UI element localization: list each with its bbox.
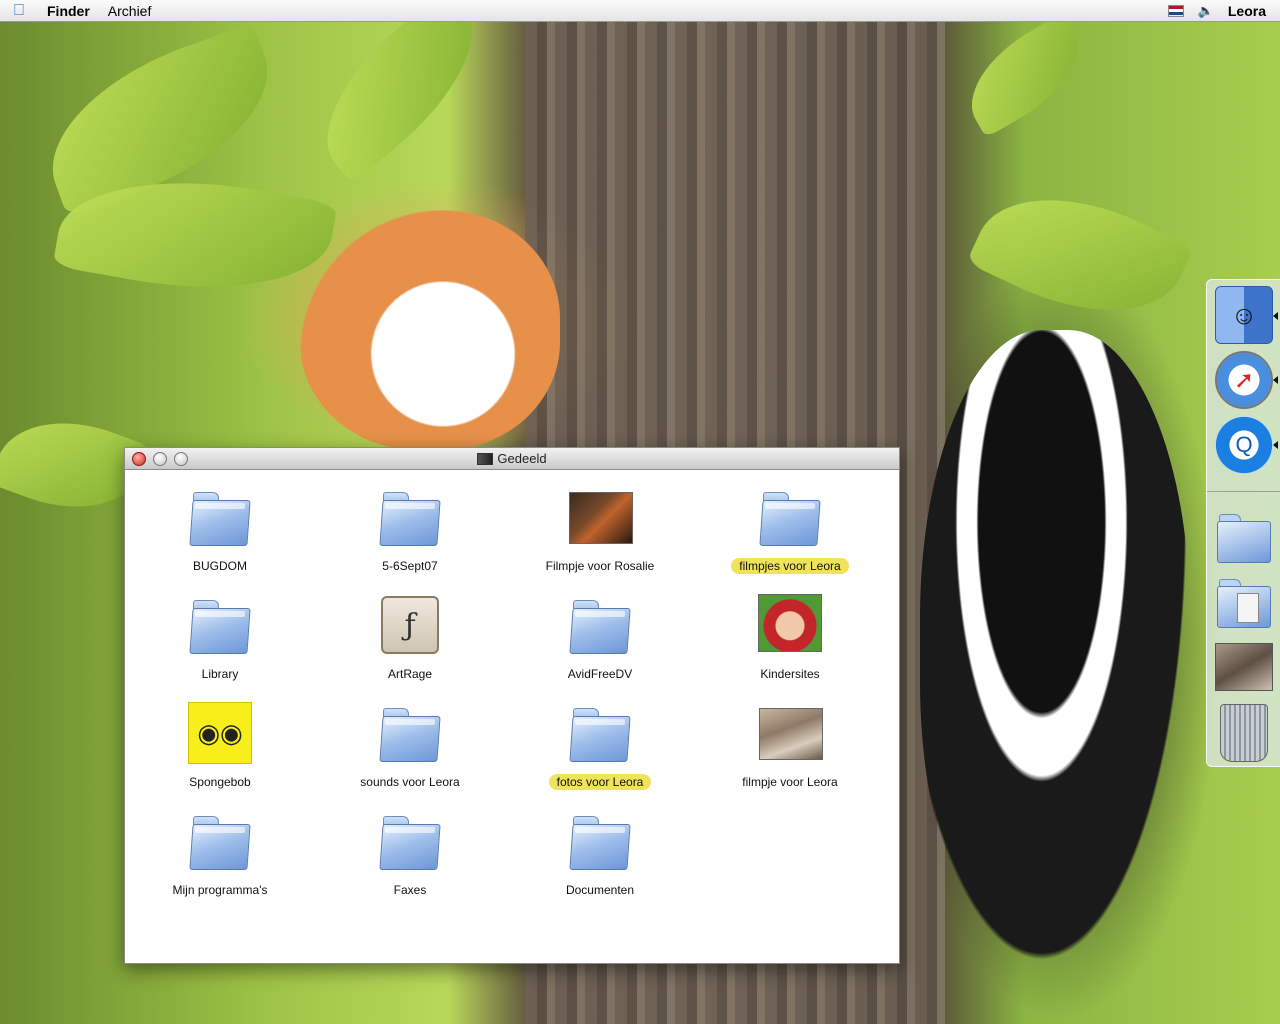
wallpaper-leaf	[951, 12, 1099, 138]
file-label: sounds voor Leora	[360, 775, 460, 789]
wallpaper-black-kitten	[920, 330, 1190, 970]
teletubby-thumbnail-icon	[757, 594, 823, 660]
safari-icon[interactable]: ➚	[1215, 351, 1273, 409]
file-item-artrage[interactable]: ƒ ArtRage	[315, 586, 505, 686]
running-indicator-icon	[1273, 376, 1278, 384]
file-item-spongebob[interactable]: ◉◉ Spongebob	[125, 694, 315, 794]
wallpaper-leaf	[294, 0, 506, 184]
folder-icon	[567, 702, 633, 768]
file-label: Filmpje voor Rosalie	[545, 559, 655, 573]
apple-menu-icon[interactable]: 	[0, 2, 38, 20]
file-item-mijn-programmas[interactable]: Mijn programma's	[125, 802, 315, 902]
file-item-filmpjes-voor-leora[interactable]: filmpjes voor Leora	[695, 478, 885, 578]
file-item-library[interactable]: Library	[125, 586, 315, 686]
file-label: Spongebob	[189, 775, 251, 789]
file-label: Kindersites	[760, 667, 820, 681]
file-label: 5-6Sept07	[382, 559, 438, 573]
file-label: Documenten	[565, 883, 635, 897]
file-label: fotos voor Leora	[548, 774, 652, 790]
trash-icon[interactable]	[1220, 704, 1268, 762]
folder-icon	[187, 810, 253, 876]
file-item-faxes[interactable]: Faxes	[315, 802, 505, 902]
file-label: filmpjes voor Leora	[731, 558, 849, 574]
folder-icon	[567, 810, 633, 876]
file-item-filmpje-voor-rosalie[interactable]: Filmpje voor Rosalie	[505, 478, 695, 578]
wallpaper-orange-kitten	[300, 210, 560, 450]
menu-bar:  Finder Archief 🔈 Leora	[0, 0, 1280, 22]
input-menu-flag-icon[interactable]	[1167, 4, 1184, 17]
file-item-filmpje-voor-leora[interactable]: filmpje voor Leora	[695, 694, 885, 794]
file-label: AvidFreeDV	[567, 667, 633, 681]
file-item-fotos-voor-leora[interactable]: fotos voor Leora	[505, 694, 695, 794]
file-item-5-6sept07[interactable]: 5-6Sept07	[315, 478, 505, 578]
folder-icon	[567, 594, 633, 660]
user-menu[interactable]: Leora	[1228, 3, 1266, 19]
folder-icon[interactable]	[1215, 506, 1273, 564]
photo-icon[interactable]	[1215, 643, 1273, 691]
folder-icon	[377, 702, 443, 768]
file-label: Library	[201, 667, 239, 681]
file-label: BUGDOM	[193, 559, 247, 573]
file-item-documenten[interactable]: Documenten	[505, 802, 695, 902]
file-item-avidfreedv[interactable]: AvidFreeDV	[505, 586, 695, 686]
close-button[interactable]	[132, 452, 146, 466]
artrage-app-icon: ƒ	[377, 594, 443, 660]
running-indicator-icon	[1273, 441, 1278, 449]
menu-app-name[interactable]: Finder	[38, 3, 99, 19]
folder-icon	[757, 486, 823, 552]
window-controls	[132, 452, 188, 466]
file-item-kindersites[interactable]: Kindersites	[695, 586, 885, 686]
file-label: Mijn programma's	[172, 883, 268, 897]
movie-thumbnail-icon	[757, 702, 823, 768]
movie-thumbnail-icon	[567, 486, 633, 552]
finder-icon[interactable]: ☺	[1215, 286, 1273, 344]
quicktime-icon[interactable]: Q	[1215, 416, 1273, 474]
window-titlebar[interactable]: Gedeeld	[125, 448, 899, 470]
file-label: Faxes	[393, 883, 427, 897]
icon-grid: BUGDOM 5-6Sept07 Filmpje voor Rosalie fi…	[125, 470, 901, 964]
file-item-sounds-voor-leora[interactable]: sounds voor Leora	[315, 694, 505, 794]
dock-separator	[1207, 491, 1280, 492]
wallpaper-leaf	[966, 162, 1194, 348]
folder-icon	[377, 810, 443, 876]
window-title-icon	[477, 452, 494, 465]
spongebob-icon: ◉◉	[187, 702, 253, 768]
folder-icon	[187, 594, 253, 660]
documents-folder-icon[interactable]	[1215, 571, 1273, 629]
volume-icon[interactable]: 🔈	[1198, 3, 1214, 19]
folder-icon	[377, 486, 443, 552]
minimize-button[interactable]	[153, 452, 167, 466]
zoom-button[interactable]	[174, 452, 188, 466]
running-indicator-icon	[1273, 312, 1278, 320]
finder-window: Gedeeld BUGDOM 5-6Sept07 Filmpje voor Ro…	[124, 447, 900, 964]
window-title: Gedeeld	[497, 451, 547, 466]
file-item-bugdom[interactable]: BUGDOM	[125, 478, 315, 578]
menu-extras: 🔈 Leora	[1167, 3, 1280, 19]
menu-archief[interactable]: Archief	[99, 3, 161, 19]
file-label: filmpje voor Leora	[742, 775, 838, 789]
dock: ☺ ➚ Q	[1206, 279, 1280, 767]
file-label: ArtRage	[387, 667, 433, 681]
folder-icon	[187, 486, 253, 552]
